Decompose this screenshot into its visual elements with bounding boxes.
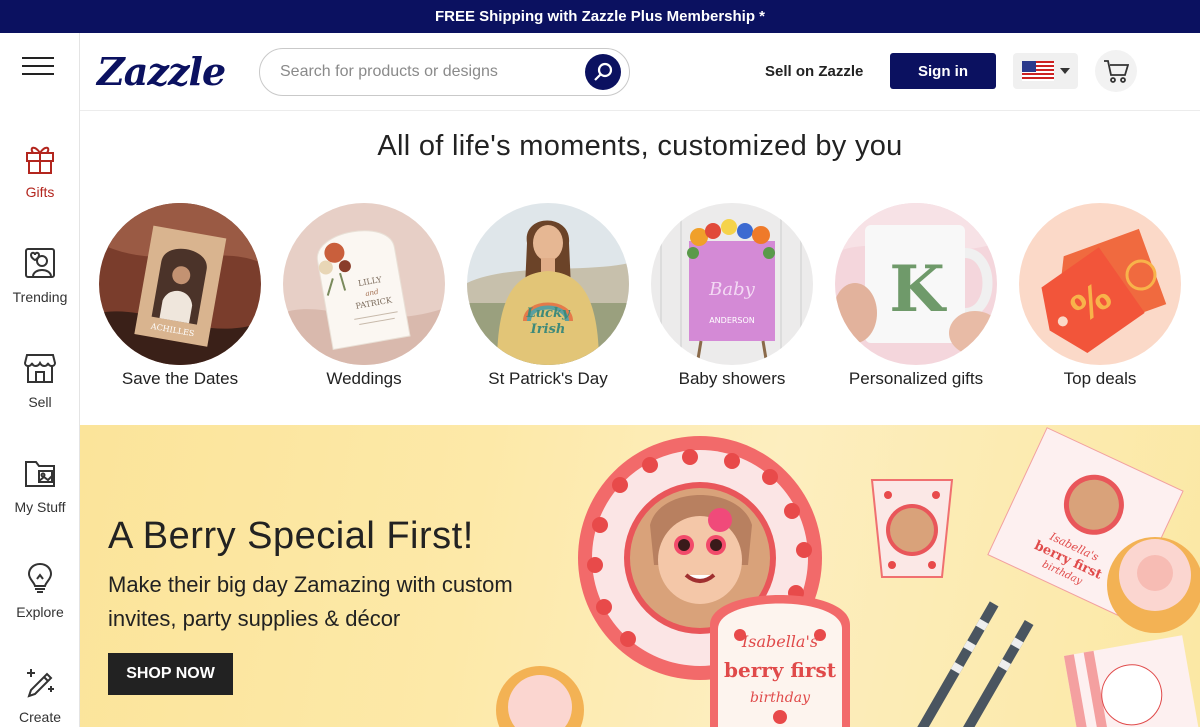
- us-flag-icon: [1021, 61, 1054, 81]
- category-label: Top deals: [1063, 369, 1137, 388]
- sidebar-item-my-stuff[interactable]: My Stuff: [0, 453, 80, 515]
- sell-on-zazzle-link[interactable]: Sell on Zazzle: [765, 63, 863, 80]
- sidebar-item-label: Sell: [28, 394, 52, 410]
- sidebar-item-label: Create: [18, 709, 62, 725]
- category-weddings[interactable]: LILLY and PATRICK Weddings: [282, 203, 446, 389]
- top-deals-image: %: [1019, 203, 1181, 365]
- chevron-down-icon: [1059, 68, 1070, 74]
- category-label: Save the Dates: [121, 369, 239, 388]
- st-patricks-day-image: Lucky Irish: [467, 203, 629, 365]
- personalized-gifts-image: K: [835, 203, 997, 365]
- lightbulb-icon: [20, 558, 60, 598]
- zazzle-logo[interactable]: Zazzle: [97, 49, 226, 94]
- sidebar-item-label: Gifts: [25, 184, 55, 200]
- sidebar-item-trending[interactable]: Trending: [0, 243, 80, 305]
- svg-text:Irish: Irish: [530, 322, 566, 337]
- cart-icon: [1104, 60, 1129, 83]
- svg-text:ANDERSON: ANDERSON: [709, 316, 755, 325]
- magic-pen-icon: [20, 663, 60, 703]
- sidebar-item-create[interactable]: Create: [0, 663, 80, 725]
- category-top-deals[interactable]: % Top deals: [1018, 203, 1182, 389]
- svg-text:berry first: berry first: [724, 658, 837, 682]
- hero-subtitle: Make their big day Zamazing with custom …: [108, 572, 513, 631]
- shop-now-button[interactable]: SHOP NOW: [108, 653, 233, 695]
- hamburger-menu-icon[interactable]: [22, 57, 54, 77]
- category-baby-showers[interactable]: Baby ANDERSON Baby showers: [650, 203, 814, 389]
- weddings-image: LILLY and PATRICK: [283, 203, 445, 365]
- promo-banner[interactable]: FREE Shipping with Zazzle Plus Membershi…: [0, 0, 1200, 33]
- baby-showers-image: Baby ANDERSON: [651, 203, 813, 365]
- store-icon: [20, 348, 60, 388]
- search-icon: [594, 62, 613, 81]
- sidebar-item-explore[interactable]: Explore: [0, 558, 80, 620]
- top-header: Zazzle Sell on Zazzle Sign in: [80, 33, 1200, 111]
- category-label: Weddings: [326, 369, 402, 388]
- svg-text:Isabella's: Isabella's: [741, 632, 818, 651]
- promo-text: FREE Shipping with Zazzle Plus Membershi…: [434, 8, 766, 25]
- search-bar: [259, 48, 630, 96]
- svg-text:Lucky: Lucky: [525, 306, 571, 321]
- hero-banner[interactable]: Isabella's berry first birthday Isabella…: [80, 425, 1200, 727]
- svg-text:Baby: Baby: [708, 279, 755, 300]
- gift-icon: [20, 138, 60, 178]
- category-personalized-gifts[interactable]: K Personalized gifts: [834, 203, 998, 389]
- sidebar-item-label: Trending: [12, 289, 68, 305]
- sidebar-item-label: Explore: [16, 604, 64, 620]
- category-st-patricks-day[interactable]: Lucky Irish St Patrick's Day: [466, 203, 630, 389]
- sidebar: Gifts Trending Sell My Stuff Explore Cre…: [0, 33, 80, 727]
- sidebar-item-label: My Stuff: [14, 499, 66, 515]
- country-selector[interactable]: [1013, 53, 1078, 89]
- category-label: St Patrick's Day: [488, 369, 608, 388]
- svg-text:K: K: [889, 252, 947, 327]
- category-label: Baby showers: [678, 369, 786, 388]
- page-headline: All of life's moments, customized by you: [377, 130, 903, 162]
- sidebar-item-gifts[interactable]: Gifts: [0, 138, 80, 200]
- folder-icon: [20, 453, 60, 493]
- sign-in-button[interactable]: Sign in: [890, 53, 996, 89]
- sidebar-item-sell[interactable]: Sell: [0, 348, 80, 410]
- svg-text:birthday: birthday: [750, 690, 811, 706]
- cart-button[interactable]: [1095, 50, 1137, 92]
- save-the-dates-image: ACHILLES: [99, 203, 261, 365]
- category-label: Personalized gifts: [848, 369, 984, 388]
- search-input[interactable]: [280, 63, 580, 81]
- hero-title: A Berry Special First!: [108, 515, 474, 557]
- trending-icon: [20, 243, 60, 283]
- search-button[interactable]: [585, 54, 621, 90]
- category-save-the-dates[interactable]: ACHILLES Save the Dates: [98, 203, 262, 389]
